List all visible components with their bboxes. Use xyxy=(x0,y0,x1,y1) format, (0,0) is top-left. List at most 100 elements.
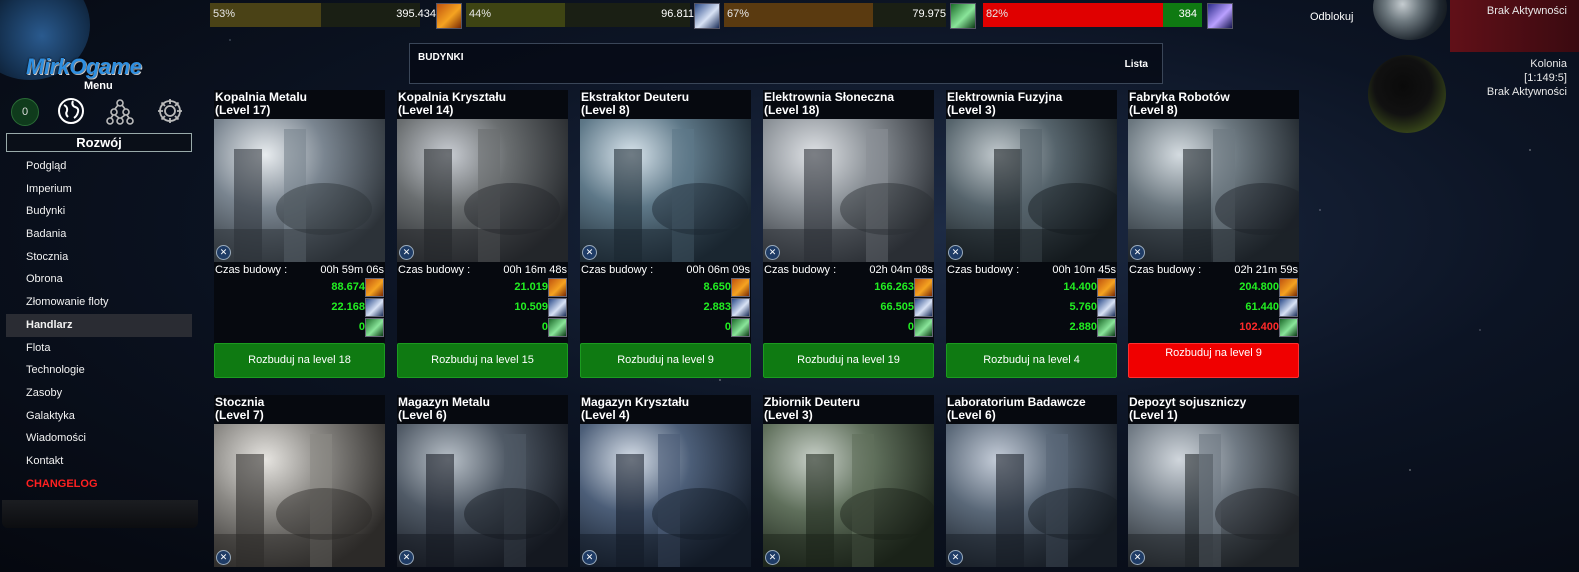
close-icon[interactable]: ✕ xyxy=(948,550,963,565)
section-title-rozwoj[interactable]: Rozwój xyxy=(6,133,192,152)
upgrade-button[interactable]: Rozbuduj na level 18 xyxy=(214,343,385,378)
globe-icon[interactable] xyxy=(57,97,85,125)
sidebar-item-zasoby[interactable]: Zasoby xyxy=(6,382,192,405)
cost-deuterium: 102.400 xyxy=(1239,321,1279,333)
close-icon[interactable]: ✕ xyxy=(765,550,780,565)
planet-thumbnail-colony[interactable] xyxy=(1368,55,1446,133)
list-link[interactable]: Lista xyxy=(1125,59,1148,70)
upgrade-button[interactable]: Rozbuduj na level 9 xyxy=(1128,343,1299,378)
building-image[interactable]: ✕ xyxy=(397,119,568,262)
building-name[interactable]: Kopalnia Metalu (Level 17) xyxy=(214,90,385,119)
building-image[interactable]: ✕ xyxy=(214,424,385,567)
logo[interactable]: MirkOgame xyxy=(26,54,142,80)
sidebar-item-imperium[interactable]: Imperium xyxy=(6,178,192,201)
sidebar-item-podgl-d[interactable]: Podgląd xyxy=(6,155,192,178)
cost-crystal: 10.509 xyxy=(514,301,548,313)
colony-name[interactable]: Kolonia xyxy=(1530,58,1567,70)
building-name[interactable]: Magazyn Metalu (Level 6) xyxy=(397,395,568,424)
sidebar-item-flota[interactable]: Flota xyxy=(6,337,192,360)
metal-icon xyxy=(548,278,567,297)
sidebar-item-changelog[interactable]: CHANGELOG xyxy=(6,473,192,496)
sidebar-item-kontakt[interactable]: Kontakt xyxy=(6,450,192,473)
close-icon[interactable]: ✕ xyxy=(948,245,963,260)
close-icon[interactable]: ✕ xyxy=(1130,550,1145,565)
building-title[interactable]: Ekstraktor Deuteru xyxy=(581,90,689,104)
sidebar-item-handlarz[interactable]: Handlarz xyxy=(6,313,192,337)
building-image[interactable]: ✕ xyxy=(946,424,1117,567)
building-title[interactable]: Magazyn Kryształu xyxy=(581,395,689,409)
building-name[interactable]: Elektrownia Fuzyjna (Level 3) xyxy=(946,90,1117,119)
building-image[interactable]: ✕ xyxy=(580,119,751,262)
cost-crystal-row: 61.440 xyxy=(1128,297,1299,317)
sidebar-item-galaktyka[interactable]: Galaktyka xyxy=(6,405,192,428)
building-name[interactable]: Fabryka Robotów (Level 8) xyxy=(1128,90,1299,119)
colony-status: Brak Aktywności xyxy=(1486,86,1567,98)
building-image[interactable]: ✕ xyxy=(397,424,568,567)
notification-counter[interactable]: 0 xyxy=(11,98,39,126)
build-time-row: Czas budowy : 00h 10m 45s xyxy=(946,263,1117,277)
building-card-fabryka-robot-w: Fabryka Robotów (Level 8) ✕ Czas budowy : 02… xyxy=(1128,90,1299,378)
building-title[interactable]: Elektrownia Słoneczna xyxy=(764,90,894,104)
resource-crystal-percent: 44% xyxy=(469,8,492,20)
building-image[interactable]: ✕ xyxy=(580,424,751,567)
upgrade-button[interactable]: Rozbuduj na level 15 xyxy=(397,343,568,378)
sidebar-item-budynki[interactable]: Budynki xyxy=(6,200,192,223)
close-icon[interactable]: ✕ xyxy=(582,245,597,260)
building-title[interactable]: Elektrownia Fuzyjna xyxy=(947,90,1062,104)
sidebar-item-stocznia[interactable]: Stocznia xyxy=(6,246,192,269)
building-image[interactable]: ✕ xyxy=(214,119,385,262)
building-name[interactable]: Elektrownia Słoneczna (Level 18) xyxy=(763,90,934,119)
build-time-row: Czas budowy : 00h 16m 48s xyxy=(397,263,568,277)
cost-crystal-row: 2.883 xyxy=(580,297,751,317)
sidebar-item-z-omowanie-floty[interactable]: Złomowanie floty xyxy=(6,291,192,314)
building-image[interactable]: ✕ xyxy=(1128,424,1299,567)
upgrade-button[interactable]: Rozbuduj na level 9 xyxy=(580,343,751,378)
upgrade-button[interactable]: Rozbuduj na level 19 xyxy=(763,343,934,378)
building-name[interactable]: Stocznia (Level 7) xyxy=(214,395,385,424)
sidebar-item-obrona[interactable]: Obrona xyxy=(6,268,192,291)
building-title[interactable]: Stocznia xyxy=(215,395,264,409)
building-image[interactable]: ✕ xyxy=(763,119,934,262)
sidebar-item-badania[interactable]: Badania xyxy=(6,223,192,246)
close-icon[interactable]: ✕ xyxy=(216,245,231,260)
building-title[interactable]: Magazyn Metalu xyxy=(398,395,490,409)
building-title[interactable]: Kopalnia Kryształu xyxy=(398,90,506,104)
cost-crystal: 2.883 xyxy=(703,301,731,313)
building-name[interactable]: Ekstraktor Deuteru (Level 8) xyxy=(580,90,751,119)
building-title[interactable]: Zbiornik Deuteru xyxy=(764,395,860,409)
building-level: (Level 18) xyxy=(764,103,820,117)
building-name[interactable]: Zbiornik Deuteru (Level 3) xyxy=(763,395,934,424)
building-image[interactable]: ✕ xyxy=(946,119,1117,262)
building-card-laboratorium-badawcze: Laboratorium Badawcze (Level 6) ✕ xyxy=(946,395,1117,567)
build-time-value: 02h 04m 08s xyxy=(869,264,933,276)
close-icon[interactable]: ✕ xyxy=(582,550,597,565)
planet-thumbnail-main[interactable] xyxy=(1373,0,1447,40)
unlock-link[interactable]: Odblokuj xyxy=(1310,11,1353,23)
building-name[interactable]: Laboratorium Badawcze (Level 6) xyxy=(946,395,1117,424)
building-name[interactable]: Kopalnia Kryształu (Level 14) xyxy=(397,90,568,119)
cost-crystal-row: 22.168 xyxy=(214,297,385,317)
building-image[interactable]: ✕ xyxy=(763,424,934,567)
sidebar-item-technologie[interactable]: Technologie xyxy=(6,359,192,382)
building-name[interactable]: Magazyn Kryształu (Level 4) xyxy=(580,395,751,424)
building-title[interactable]: Laboratorium Badawcze xyxy=(947,395,1086,409)
close-icon[interactable]: ✕ xyxy=(765,245,780,260)
building-artwork xyxy=(763,434,934,567)
sidebar-item-wiadomo-ci[interactable]: Wiadomości xyxy=(6,427,192,450)
building-title[interactable]: Depozyt sojuszniczy xyxy=(1129,395,1246,409)
close-icon[interactable]: ✕ xyxy=(399,550,414,565)
build-time-label: Czas budowy : xyxy=(1129,264,1202,276)
building-title[interactable]: Fabryka Robotów xyxy=(1129,90,1230,104)
building-name[interactable]: Depozyt sojuszniczy (Level 1) xyxy=(1128,395,1299,424)
close-icon[interactable]: ✕ xyxy=(399,245,414,260)
close-icon[interactable]: ✕ xyxy=(1130,245,1145,260)
upgrade-button[interactable]: Rozbuduj na level 4 xyxy=(946,343,1117,378)
resource-crystal: 44% 96.811 xyxy=(466,2,720,29)
building-title[interactable]: Kopalnia Metalu xyxy=(215,90,307,104)
cost-metal-row: 8.650 xyxy=(580,277,751,297)
network-icon[interactable] xyxy=(106,97,134,125)
deuterium-icon xyxy=(365,318,384,337)
close-icon[interactable]: ✕ xyxy=(216,550,231,565)
building-image[interactable]: ✕ xyxy=(1128,119,1299,262)
gear-icon[interactable] xyxy=(156,97,184,125)
